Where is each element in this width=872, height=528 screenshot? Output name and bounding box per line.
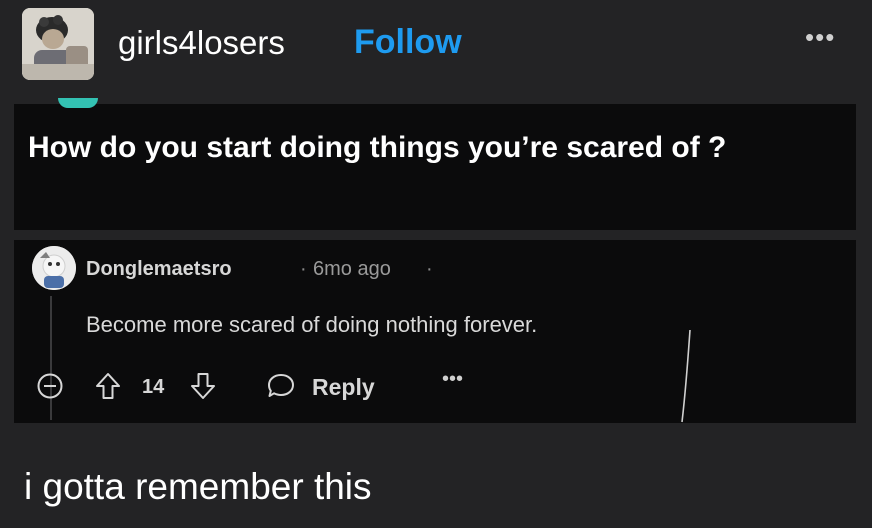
more-options-icon[interactable]: •••: [805, 22, 835, 53]
meta-separator: ·: [426, 258, 433, 280]
vote-score: 14: [142, 376, 165, 398]
post-header: girls4losers Follow •••: [0, 0, 872, 94]
post-avatar-fragment: [58, 98, 98, 108]
follow-button[interactable]: Follow: [354, 23, 462, 62]
collapse-thread-icon[interactable]: [36, 372, 64, 400]
comment-more-options-icon[interactable]: •••: [442, 368, 463, 391]
reply-button[interactable]: Reply: [312, 374, 375, 401]
question-card: How do you start doing things you’re sca…: [14, 98, 856, 230]
avatar-illustration: [22, 8, 94, 80]
comment-body: Become more scared of doing nothing fore…: [86, 312, 538, 337]
commenter-avatar-illustration: [32, 246, 76, 290]
comment-actions: 14 Reply •••: [14, 368, 856, 408]
commenter-avatar[interactable]: [32, 246, 76, 290]
caption-text: i gotta remember this: [24, 466, 372, 507]
downvote-arrow-icon[interactable]: [189, 371, 217, 401]
upvote-arrow-icon[interactable]: [94, 371, 122, 401]
user-avatar[interactable]: [22, 8, 94, 80]
meta-separator: ·: [300, 258, 307, 280]
comment-card: Donglemaetsro · 6mo ago · Become more sc…: [14, 240, 856, 423]
comment-author[interactable]: Donglemaetsro: [86, 258, 232, 281]
question-text: How do you start doing things you’re sca…: [28, 131, 727, 164]
username[interactable]: girls4losers: [118, 24, 285, 62]
comment-timestamp: 6mo ago: [313, 258, 391, 280]
reply-speech-bubble-icon[interactable]: [266, 372, 296, 400]
